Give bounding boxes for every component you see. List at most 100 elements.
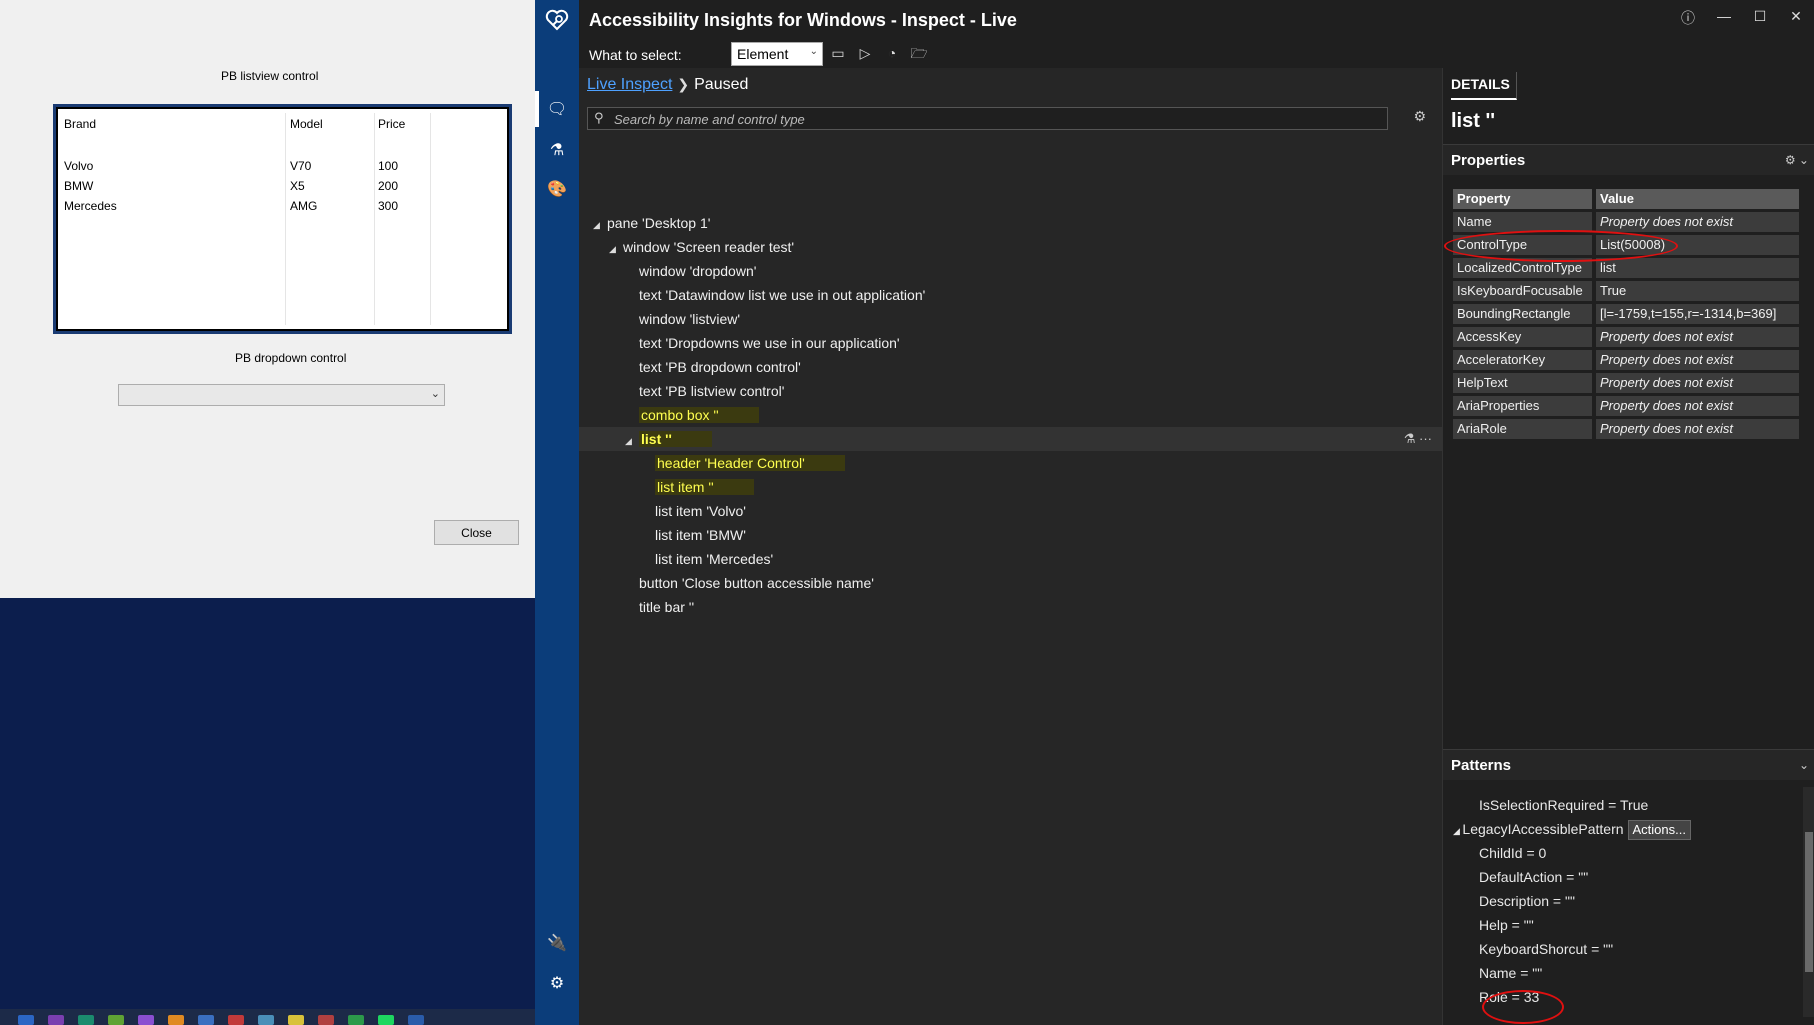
tree-item[interactable]: text 'Datawindow list we use in out appl… [579,283,1442,307]
tree-item[interactable]: window 'dropdown' [579,259,1442,283]
taskbar-app-icon[interactable] [138,1015,154,1025]
actions-button[interactable]: Actions... [1627,820,1691,840]
expand-triangle-icon[interactable]: ◢ [609,237,623,261]
patterns-scrollbar[interactable] [1803,787,1814,1017]
property-name: BoundingRectangle [1453,304,1592,324]
property-row[interactable]: AccessKey Property does not exist [1453,326,1799,349]
what-to-select-dropdown[interactable]: Element ⌄ [731,42,823,66]
row-actions-icon[interactable]: ⚗ ··· [1404,427,1432,451]
maximize-icon[interactable]: ☐ [1742,8,1778,28]
window-title: Accessibility Insights for Windows - Ins… [589,10,1017,30]
tab-details[interactable]: DETAILS [1451,72,1517,100]
scrollbar-thumb[interactable] [1805,832,1813,972]
taskbar-app-icon[interactable] [168,1015,184,1025]
tree-item[interactable]: header 'Header Control' [579,451,1442,475]
tree-item[interactable]: window 'listview' [579,307,1442,331]
listview-body[interactable]: Brand Model Price Volvo V70 100 BMW X5 200 Merced… [56,107,509,331]
column-header-property[interactable]: Property [1453,189,1592,209]
minimize-icon[interactable]: — [1706,8,1742,28]
play-icon[interactable]: ▷ [856,44,874,62]
property-name: AccessKey [1453,327,1592,347]
property-value: Property does not exist [1596,212,1799,232]
settings-gear-icon[interactable]: ⚙ [535,965,579,1001]
property-row[interactable]: Name Property does not exist [1453,211,1799,234]
tree-item[interactable]: text 'PB dropdown control' [579,355,1442,379]
tree-item[interactable]: title bar '' [579,595,1442,619]
property-value: Property does not exist [1596,396,1799,416]
desktop-background [0,599,535,1009]
property-row[interactable]: IsKeyboardFocusable True [1453,280,1799,303]
taskbar-app-icon[interactable] [108,1015,124,1025]
close-button[interactable]: Close [434,520,519,545]
property-row[interactable]: AcceleratorKey Property does not exist [1453,349,1799,372]
expand-triangle-icon[interactable]: ◢ [625,429,639,453]
chevron-down-icon[interactable]: ⌄ [431,387,440,400]
taskbar-app-icon[interactable] [348,1015,364,1025]
properties-section-header[interactable]: Properties ⚙ ⌄ [1443,144,1814,175]
taskbar-app-icon[interactable] [258,1015,274,1025]
tree-item[interactable]: ◢ list '' ⚗ ··· [579,427,1442,451]
properties-settings-icon[interactable]: ⚙ ⌄ [1785,153,1809,167]
taskbar-app-icon[interactable] [318,1015,334,1025]
tree-item[interactable]: button 'Close button accessible name' [579,571,1442,595]
property-row[interactable]: BoundingRectangle [l=-1759,t=155,r=-1314,… [1453,303,1799,326]
taskbar-app-icon[interactable] [48,1015,64,1025]
tree-item-label: pane 'Desktop 1' [607,215,711,231]
color-contrast-nav-icon[interactable]: 🎨 [535,171,579,207]
pb-dropdown[interactable]: ⌄ [118,384,445,406]
property-row[interactable]: AriaRole Property does not exist [1453,418,1799,441]
chevron-right-icon: ❯ [677,76,690,92]
pattern-text: Help = "" [1479,917,1534,933]
tree-item-label: title bar '' [639,599,695,615]
tree-item[interactable]: combo box '' [579,403,1442,427]
breadcrumb: Live Inspect ❯ Paused [587,76,748,94]
pattern-row[interactable]: ◢ LegacyIAccessiblePattern Actions... [1453,817,1691,841]
tree-item[interactable]: text 'PB listview control' [579,379,1442,403]
property-value: [l=-1759,t=155,r=-1314,b=369] [1596,304,1799,324]
property-name: AcceleratorKey [1453,350,1592,370]
help-icon[interactable]: ⓘ [1670,8,1706,28]
listview-control[interactable]: Brand Model Price Volvo V70 100 BMW X5 200 Merced… [53,104,512,334]
tree-item[interactable]: list item 'BMW' [579,523,1442,547]
taskbar-app-icon[interactable] [288,1015,304,1025]
property-row[interactable]: AriaProperties Property does not exist [1453,395,1799,418]
tree-item-label: text 'Dropdowns we use in our applicatio… [639,335,900,351]
property-name: LocalizedControlType [1453,258,1592,278]
taskbar-app-icon[interactable] [18,1015,34,1025]
property-row[interactable]: ControlType List(50008) [1453,234,1799,257]
tree-item[interactable]: list item 'Mercedes' [579,547,1442,571]
tree-item-label: list item 'Volvo' [655,503,746,519]
expand-triangle-icon[interactable]: ◢ [593,213,607,237]
open-folder-icon[interactable]: 🗁 [910,44,928,62]
what-to-select-label: What to select: [589,47,682,63]
expand-triangle-icon[interactable]: ◢ [1453,826,1462,836]
column-header-value[interactable]: Value [1596,189,1799,209]
tree-settings-gear-icon[interactable]: ⚙ [1413,108,1426,125]
screenshot-icon[interactable]: ▭ [829,44,847,62]
live-inspect-link[interactable]: Live Inspect [587,76,672,93]
taskbar-app-icon[interactable] [228,1015,244,1025]
property-row[interactable]: LocalizedControlType list [1453,257,1799,280]
connection-icon[interactable]: 🔌 [535,925,579,961]
property-value: Property does not exist [1596,373,1799,393]
details-pane: DETAILS list '' Properties ⚙ ⌄ Property … [1442,68,1814,1025]
chevron-down-icon[interactable]: ⌄ [1799,758,1809,772]
timer-icon[interactable]: ◔ [883,44,901,62]
listview-header-cell: Price [378,117,406,131]
tree-item[interactable]: ◢ window 'Screen reader test' [579,235,1442,259]
taskbar-app-icon[interactable] [78,1015,94,1025]
property-row[interactable]: HelpText Property does not exist [1453,372,1799,395]
tree-item[interactable]: list item '' [579,475,1442,499]
tree-item[interactable]: ◢ pane 'Desktop 1' [579,211,1442,235]
tree-item[interactable]: text 'Dropdowns we use in our applicatio… [579,331,1442,355]
inspect-nav-icon[interactable]: 🗨 [535,91,579,127]
close-icon[interactable]: ✕ [1778,8,1814,28]
taskbar-app-icon[interactable] [378,1015,394,1025]
patterns-section-header[interactable]: Patterns ⌄ [1443,749,1814,780]
taskbar-app-icon[interactable] [198,1015,214,1025]
pattern-text: Description = "" [1479,893,1575,909]
taskbar-app-icon[interactable] [408,1015,424,1025]
tree-item[interactable]: list item 'Volvo' [579,499,1442,523]
test-nav-icon[interactable]: ⚗ [535,132,579,168]
search-input[interactable]: ⚲ Search by name and control type [587,107,1388,130]
